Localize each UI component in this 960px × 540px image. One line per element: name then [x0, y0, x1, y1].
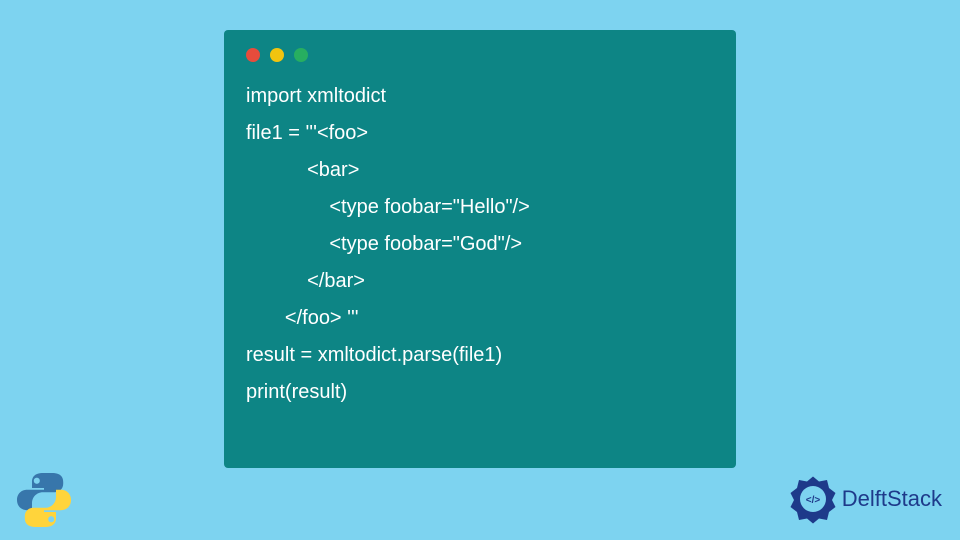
code-block: import xmltodict file1 = '''<foo> <bar> … — [246, 78, 714, 411]
svg-text:</>: </> — [806, 495, 821, 506]
minimize-icon[interactable] — [270, 48, 284, 62]
maximize-icon[interactable] — [294, 48, 308, 62]
code-line-6: </bar> — [246, 270, 365, 292]
code-line-8: result = xmltodict.parse(file1) — [246, 344, 502, 366]
delftstack-label: DelftStack — [842, 486, 942, 512]
delftstack-branding: </> DelftStack — [788, 474, 942, 524]
code-window: import xmltodict file1 = '''<foo> <bar> … — [224, 30, 736, 468]
code-line-2: file1 = '''<foo> — [246, 122, 368, 144]
close-icon[interactable] — [246, 48, 260, 62]
code-line-4: <type foobar="Hello"/> — [246, 196, 530, 218]
window-controls — [246, 48, 714, 62]
code-line-3: <bar> — [246, 159, 359, 181]
code-line-1: import xmltodict — [246, 85, 386, 107]
code-line-7: </foo> ''' — [246, 307, 359, 329]
delftstack-logo-icon: </> — [788, 474, 838, 524]
code-line-5: <type foobar="God"/> — [246, 233, 522, 255]
code-line-9: print(result) — [246, 381, 347, 403]
python-logo-icon — [14, 470, 74, 530]
